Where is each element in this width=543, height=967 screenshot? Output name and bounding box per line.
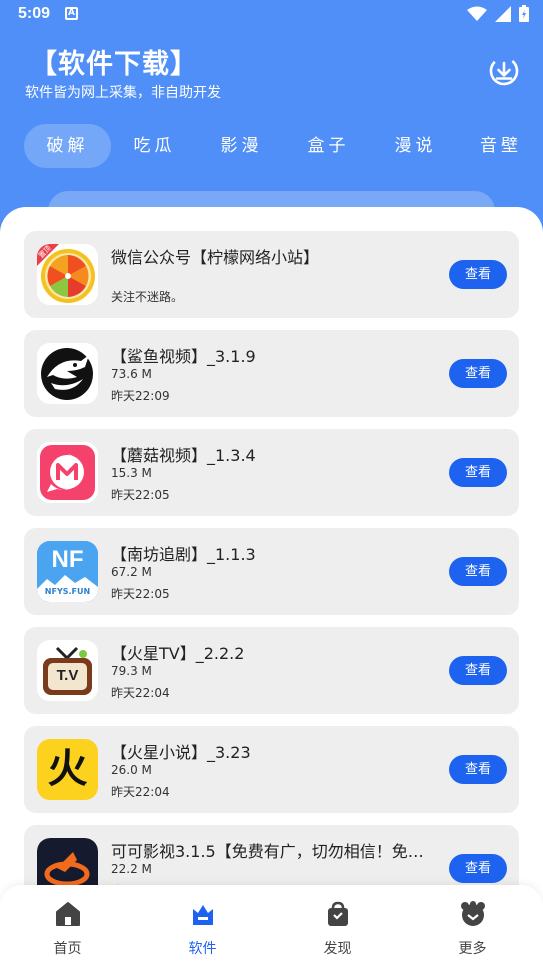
fire-char-icon: 火 — [37, 739, 98, 800]
view-button[interactable]: 查看 — [449, 755, 507, 784]
mushroom-m-icon — [37, 442, 98, 503]
app-size: 73.6 M — [111, 367, 152, 381]
app-size: 26.0 M — [111, 763, 152, 777]
app-card[interactable]: 【鲨鱼视频】_3.1.9 73.6 M 昨天22:09 查看 — [24, 330, 519, 417]
nf-icon-subtext: NFYS.FUN — [44, 587, 91, 596]
app-name: 【火星小说】_3.23 — [111, 743, 251, 762]
app-time: 昨天22:04 — [111, 785, 170, 799]
tab-crack[interactable]: 破解 — [24, 124, 111, 168]
app-time: 昨天22:05 — [111, 488, 170, 502]
tv-icon: T.V — [37, 640, 98, 701]
nav-label: 首页 — [53, 941, 82, 957]
app-time: 昨天22:05 — [111, 587, 170, 601]
view-button[interactable]: 查看 — [449, 458, 507, 487]
app-name: 【火星TV】_2.2.2 — [111, 644, 245, 663]
app-card[interactable]: 置顶 微信公众号【柠檬网络小站】 关注不迷路。 查看 — [24, 231, 519, 318]
nav-home[interactable]: 首页 — [0, 885, 135, 967]
bottom-navigation: 首页 软件 发现 更多 — [0, 885, 543, 967]
app-time: 昨天22:09 — [111, 389, 170, 403]
app-description: 关注不迷路。 — [111, 290, 184, 304]
app-size: 67.2 M — [111, 565, 152, 579]
view-button[interactable]: 查看 — [449, 359, 507, 388]
notification-icon: A — [65, 7, 78, 20]
more-icon — [461, 901, 485, 926]
app-size: 79.3 M — [111, 664, 152, 678]
nav-more[interactable]: 更多 — [405, 885, 540, 967]
nav-label: 软件 — [188, 941, 217, 957]
nav-label: 更多 — [458, 941, 487, 957]
view-button[interactable]: 查看 — [449, 260, 507, 289]
app-card[interactable]: T.V 【火星TV】_2.2.2 79.3 M 昨天22:04 查看 — [24, 627, 519, 714]
software-icon — [193, 905, 213, 925]
tab-comics[interactable]: 漫说 — [372, 124, 459, 168]
signal-icon — [495, 5, 511, 22]
shark-icon — [37, 343, 98, 404]
app-card[interactable]: NF NFYS.FUN 【南坊追剧】_1.1.3 67.2 M 昨天22:05 … — [24, 528, 519, 615]
app-card[interactable]: 【蘑菇视频】_1.3.4 15.3 M 昨天22:05 查看 — [24, 429, 519, 516]
app-name: 【蘑菇视频】_1.3.4 — [111, 446, 256, 465]
tab-boxes[interactable]: 盒子 — [285, 124, 372, 168]
tv-icon-text: T.V — [56, 667, 79, 684]
download-icon[interactable] — [488, 55, 520, 87]
app-size: 15.3 M — [111, 466, 152, 480]
nf-icon-text: NF — [51, 546, 84, 573]
status-time: 5:09 — [18, 5, 51, 22]
status-bar: 5:09 A — [0, 0, 543, 30]
discover-bag-icon — [328, 901, 348, 926]
view-button[interactable]: 查看 — [449, 854, 507, 883]
app-list: 置顶 微信公众号【柠檬网络小站】 关注不迷路。 查看 【鲨鱼视频】_3.1.9 … — [0, 207, 543, 907]
tab-gossip[interactable]: 吃瓜 — [111, 124, 198, 168]
nav-label: 发现 — [323, 941, 352, 957]
status-icons — [467, 5, 529, 22]
app-name: 【鲨鱼视频】_3.1.9 — [111, 347, 256, 366]
view-button[interactable]: 查看 — [449, 557, 507, 586]
app-size: 22.2 M — [111, 862, 152, 876]
home-icon — [56, 902, 80, 926]
fire-char-text: 火 — [47, 746, 88, 792]
page-title: 【软件下载】 — [30, 49, 198, 80]
tab-movies[interactable]: 影漫 — [198, 124, 285, 168]
nav-software[interactable]: 软件 — [135, 885, 270, 967]
app-time: 昨天22:04 — [111, 686, 170, 700]
app-name: 【南坊追剧】_1.1.3 — [111, 545, 256, 564]
lemon-icon: 置顶 — [37, 244, 98, 305]
view-button[interactable]: 查看 — [449, 656, 507, 685]
category-tabs: 破解 吃瓜 影漫 盒子 漫说 音壁 — [24, 124, 543, 168]
app-name: 可可影视3.1.5【免费有广，切勿相信！免费有广，切勿相信！】 — [111, 842, 436, 861]
tab-wallpaper[interactable]: 音壁 — [459, 124, 543, 168]
wifi-icon — [467, 6, 487, 21]
app-name: 微信公众号【柠檬网络小站】 — [111, 248, 320, 267]
nf-icon: NF NFYS.FUN — [37, 541, 98, 602]
page-subtitle: 软件皆为网上采集，非自助开发 — [25, 85, 221, 101]
app-card[interactable]: 火 【火星小说】_3.23 26.0 M 昨天22:04 查看 — [24, 726, 519, 813]
battery-icon — [519, 5, 529, 22]
nav-discover[interactable]: 发现 — [270, 885, 405, 967]
